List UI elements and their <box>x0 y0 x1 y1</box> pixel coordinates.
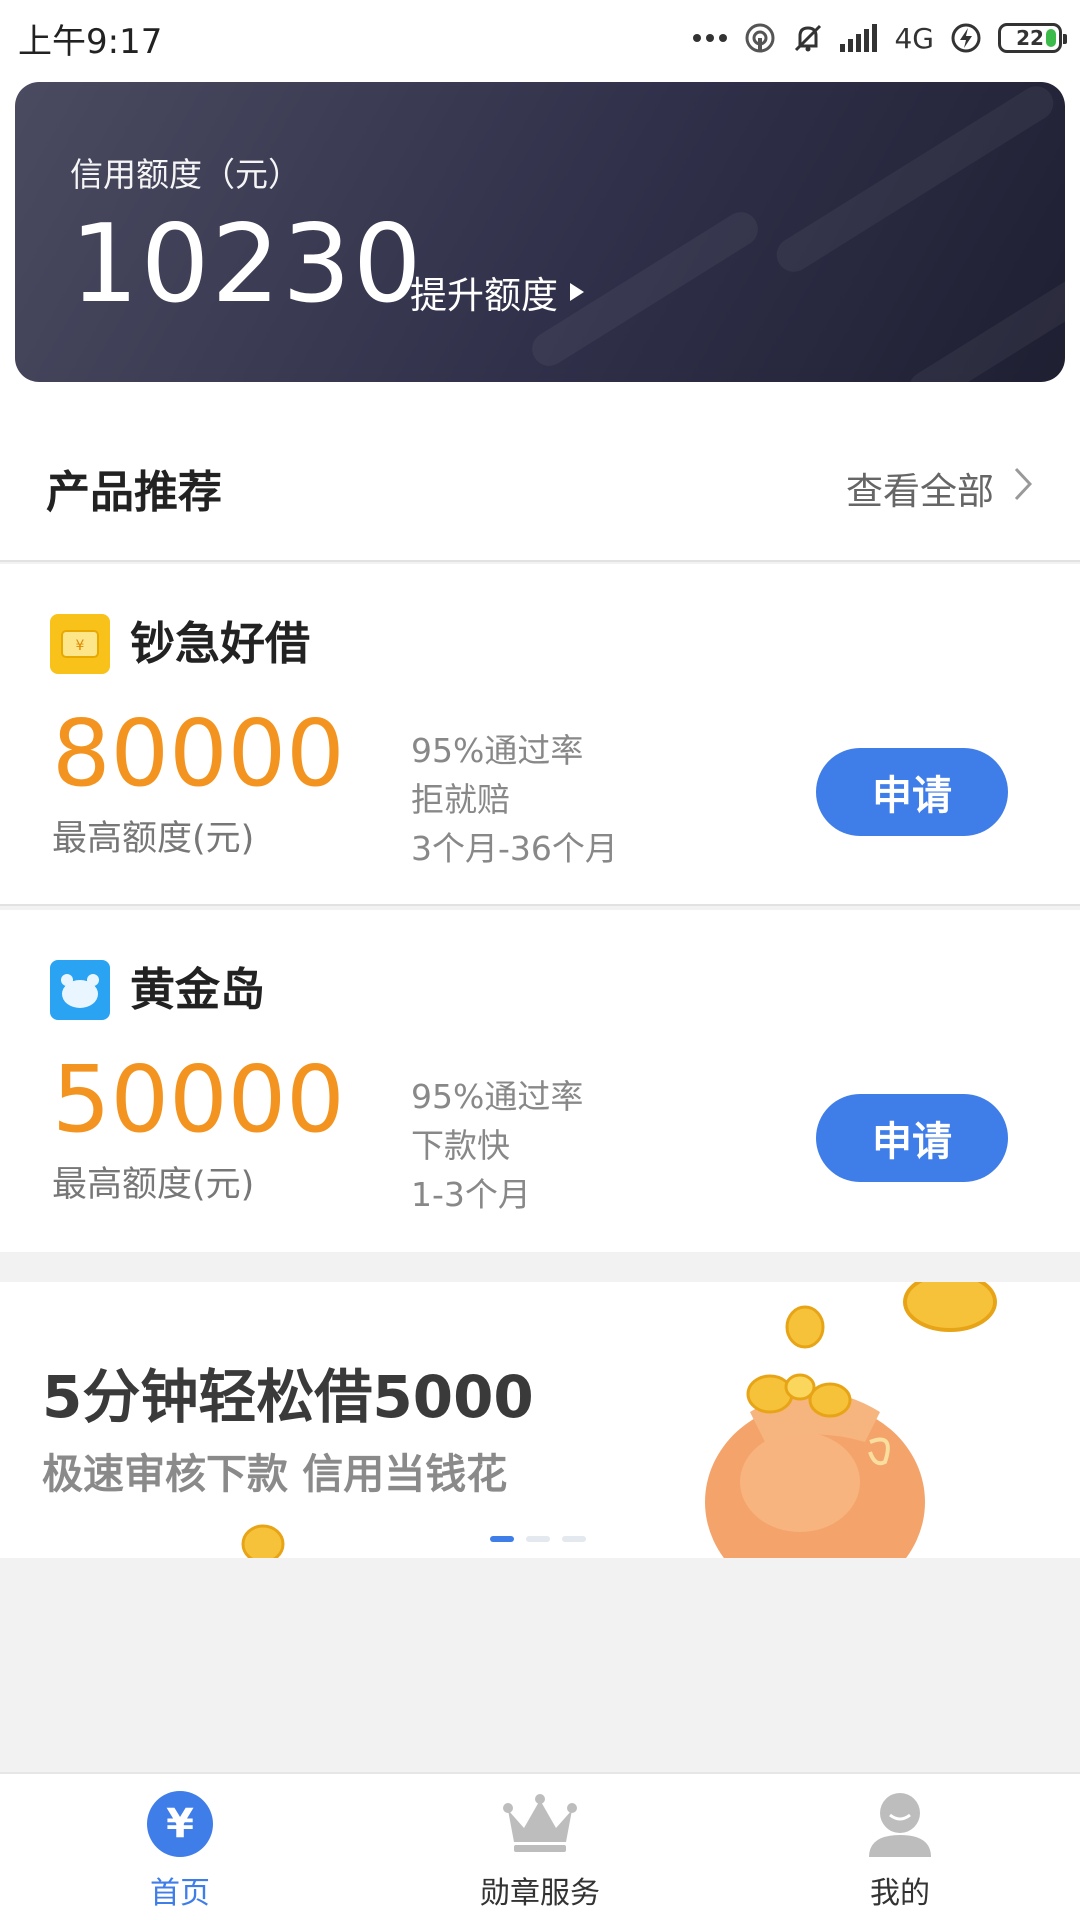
battery-level: 22 <box>1016 26 1044 50</box>
raise-limit-label: 提升额度 <box>410 274 558 317</box>
coin-icon <box>241 1524 285 1558</box>
tab-mine[interactable]: 我的 <box>720 1774 1080 1920</box>
tab-home[interactable]: ¥ 首页 <box>0 1774 360 1920</box>
status-bar: 上午9:17 4G 22 <box>0 0 1080 76</box>
apply-button[interactable]: 申请 <box>816 1094 1008 1182</box>
status-icons: 4G 22 <box>692 21 1067 55</box>
svg-text:¥: ¥ <box>76 638 85 654</box>
product-amount-label: 最高额度(元) <box>52 1165 255 1205</box>
credit-card: 信用额度（元） 10230 提升额度 <box>15 82 1065 382</box>
product-section-header: 产品推荐 查看全部 <box>0 416 1080 562</box>
see-all-label: 查看全部 <box>846 470 994 513</box>
banner-subtitle: 极速审核下款 信用当钱花 <box>42 1450 508 1498</box>
wallet-icon: ¥ <box>50 614 110 674</box>
chevron-right-icon <box>1014 467 1033 510</box>
carousel-dot[interactable] <box>526 1536 550 1542</box>
feature-term: 1-3个月 <box>411 1175 531 1214</box>
tab-medal-service[interactable]: 勋章服务 <box>360 1774 720 1920</box>
product-card[interactable]: ¥ 钞急好借 80000 最高额度(元) 95%通过率 拒就赔 3个月-36个月… <box>0 564 1080 906</box>
feature-speed: 下款快 <box>411 1126 510 1165</box>
product-card[interactable]: 黄金岛 50000 最高额度(元) 95%通过率 下款快 1-3个月 申请 <box>0 910 1080 1252</box>
network-4g-icon: 4G <box>894 21 934 55</box>
signal-icon <box>840 24 878 52</box>
carousel-dot[interactable] <box>490 1536 514 1542</box>
top-area: 信用额度（元） 10230 提升额度 <box>0 76 1080 416</box>
product-name: 钞急好借 <box>130 617 311 670</box>
feature-pass-rate: 95%通过率 <box>411 731 584 770</box>
hotspot-icon <box>744 22 776 54</box>
see-all-link[interactable]: 查看全部 <box>846 461 1033 515</box>
feature-term: 3个月-36个月 <box>411 829 618 868</box>
carousel-dot[interactable] <box>562 1536 586 1542</box>
crown-icon <box>502 1788 578 1860</box>
credit-amount: 10230 <box>70 202 424 327</box>
bottom-tab-bar: ¥ 首页 勋章服务 我的 <box>0 1772 1080 1920</box>
product-amount-label: 最高额度(元) <box>52 819 255 859</box>
feature-guarantee: 拒就赔 <box>411 780 510 819</box>
product-max-amount: 50000 <box>52 1046 345 1153</box>
yen-icon: ¥ <box>147 1788 213 1860</box>
user-icon <box>865 1788 935 1860</box>
credit-label: 信用额度（元） <box>70 155 301 194</box>
status-time: 上午9:17 <box>18 21 163 62</box>
play-arrow-icon <box>570 283 584 301</box>
raise-limit-link[interactable]: 提升额度 <box>410 265 584 319</box>
banner-title: 5分钟轻松借5000 <box>42 1363 534 1431</box>
product-name: 黄金岛 <box>130 963 266 1016</box>
promo-banner[interactable]: 5分钟轻松借5000 极速审核下款 信用当钱花 <box>0 1282 1080 1558</box>
carousel-dots <box>490 1536 586 1542</box>
product-features: 95%通过率 拒就赔 3个月-36个月 <box>411 726 618 873</box>
product-features: 95%通过率 下款快 1-3个月 <box>411 1072 583 1219</box>
feature-pass-rate: 95%通过率 <box>411 1077 584 1116</box>
mute-bell-icon <box>792 22 824 54</box>
product-max-amount: 80000 <box>52 700 345 807</box>
tab-medal-label: 勋章服务 <box>480 1876 600 1911</box>
money-bag-icon <box>705 1282 997 1558</box>
tab-home-label: 首页 <box>150 1876 210 1911</box>
bear-icon <box>50 960 110 1020</box>
more-dots-icon <box>692 33 728 43</box>
section-title: 产品推荐 <box>46 467 222 518</box>
apply-button[interactable]: 申请 <box>816 748 1008 836</box>
battery-icon: 22 <box>998 23 1067 53</box>
charging-icon <box>950 22 982 54</box>
tab-mine-label: 我的 <box>870 1876 930 1911</box>
